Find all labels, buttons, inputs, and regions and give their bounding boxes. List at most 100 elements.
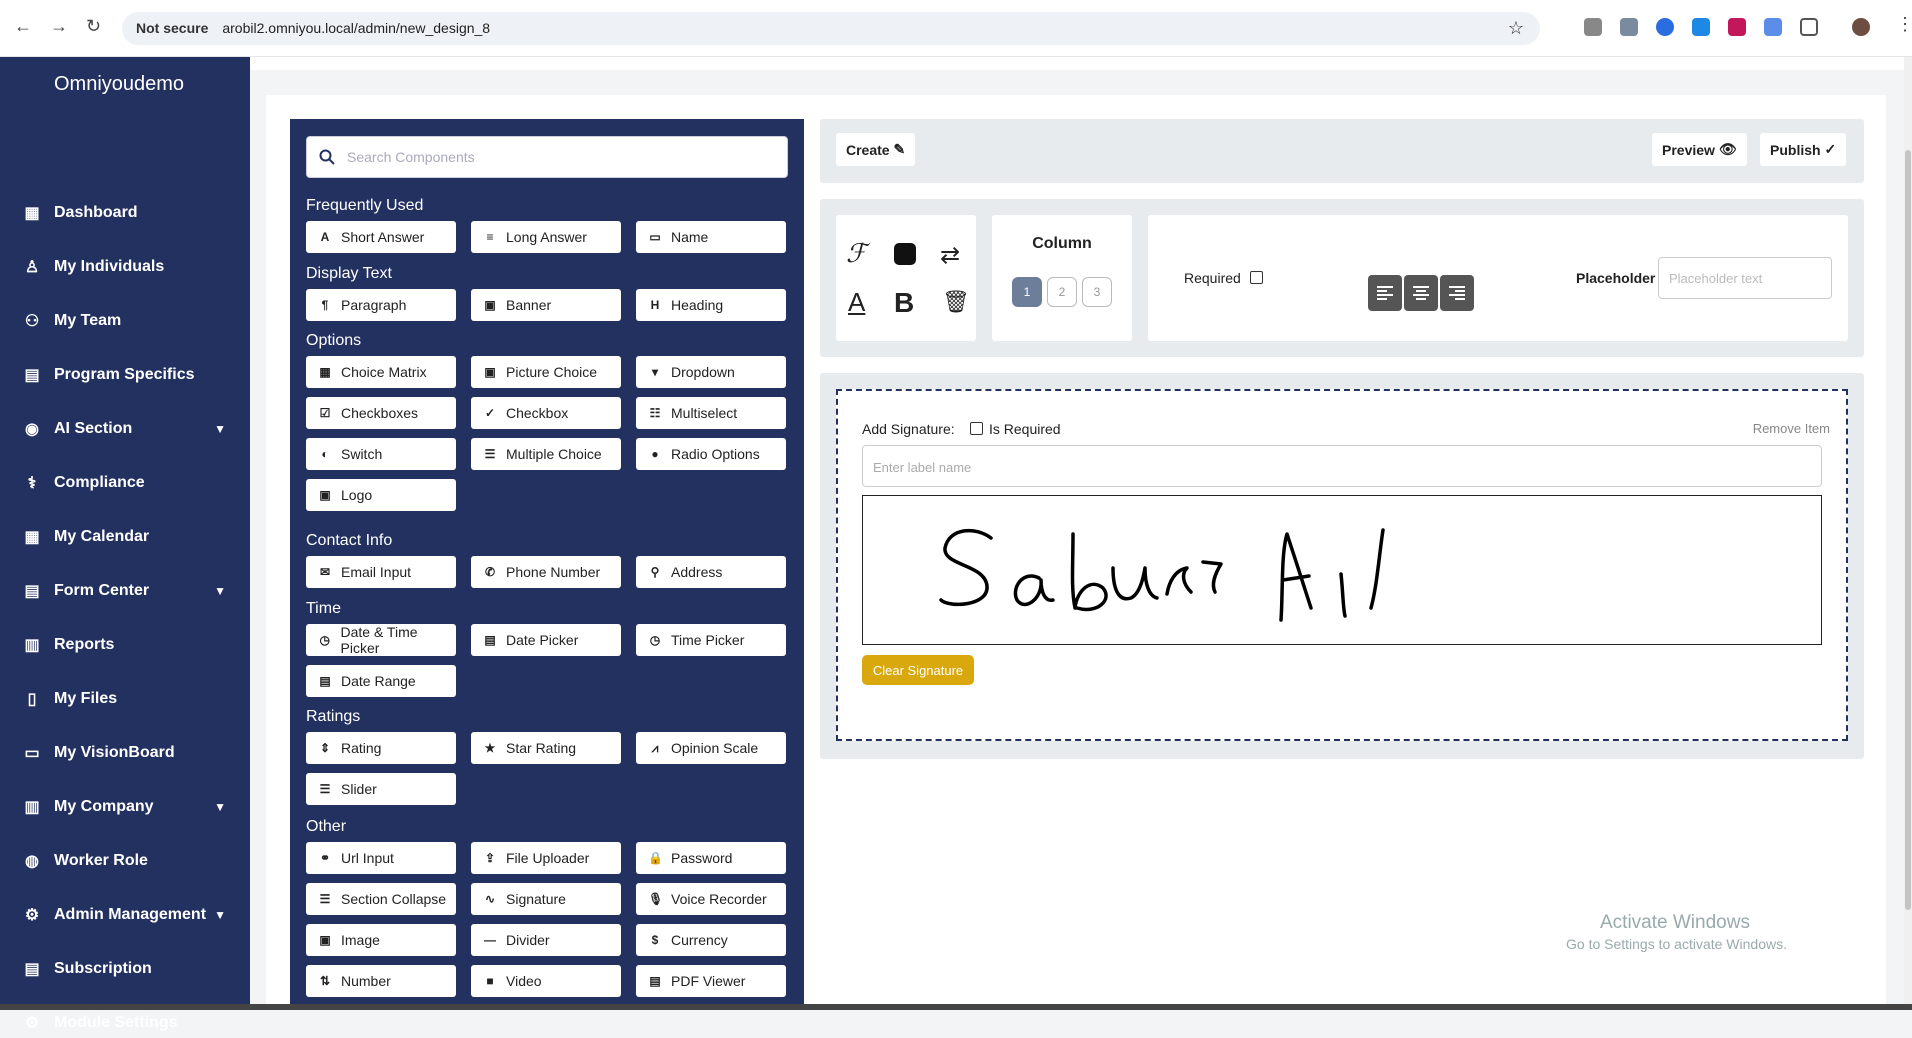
preview-button[interactable]: Preview 👁 bbox=[1652, 133, 1747, 166]
back-icon[interactable]: ← bbox=[14, 16, 32, 37]
sidebar-item-admin-management[interactable]: ⚙ Admin Management ▼ bbox=[22, 900, 232, 930]
sidebar-item-my-individuals[interactable]: ♙ My Individuals bbox=[22, 252, 232, 282]
component-number-button[interactable]: ⇅ Number bbox=[306, 965, 456, 997]
extension-icon[interactable] bbox=[1692, 18, 1710, 36]
sidebar-item-compliance[interactable]: ⚕ Compliance bbox=[22, 468, 232, 498]
signature-field-block[interactable]: Add Signature: Is Required Remove Item E… bbox=[836, 389, 1848, 741]
component-video-button[interactable]: ■ Video bbox=[471, 965, 621, 997]
component-rating-button[interactable]: ⇕ Rating bbox=[306, 732, 456, 764]
component-currency-button[interactable]: $ Currency bbox=[636, 924, 786, 956]
align-left-button[interactable] bbox=[1368, 275, 1402, 311]
translate-extension-icon[interactable] bbox=[1764, 18, 1782, 36]
sidebar-item-dashboard[interactable]: ▦ Dashboard bbox=[22, 198, 232, 228]
chevron-down-icon[interactable]: ▼ bbox=[214, 422, 226, 436]
component-email-input-button[interactable]: ✉ Email Input bbox=[306, 556, 456, 588]
create-button[interactable]: Create ✎ bbox=[836, 133, 916, 166]
label-name-input[interactable]: Enter label name bbox=[862, 445, 1822, 487]
column-1-button[interactable]: 1 bbox=[1012, 277, 1042, 307]
sidebar-item-reports[interactable]: ▥ Reports bbox=[22, 630, 232, 660]
component-picture-choice-button[interactable]: ▣ Picture Choice bbox=[471, 356, 621, 388]
component-dropdown-button[interactable]: ▾ Dropdown bbox=[636, 356, 786, 388]
component-paragraph-button[interactable]: ¶ Paragraph bbox=[306, 289, 456, 321]
component-address-button[interactable]: ⚲ Address bbox=[636, 556, 786, 588]
component-radio-options-button[interactable]: ● Radio Options bbox=[636, 438, 786, 470]
component-pdf-viewer-button[interactable]: ▤ PDF Viewer bbox=[636, 965, 786, 997]
required-checkbox[interactable] bbox=[1250, 271, 1263, 284]
component-slider-button[interactable]: ☰ Slider bbox=[306, 773, 456, 805]
background-color-icon[interactable] bbox=[894, 243, 916, 265]
sidebar-item-my-visionboard[interactable]: ▭ My VisionBoard bbox=[22, 738, 232, 768]
sidebar-item-my-files[interactable]: ▯ My Files bbox=[22, 684, 232, 714]
chevron-down-icon[interactable]: ▼ bbox=[214, 800, 226, 814]
clear-signature-button[interactable]: Clear Signature bbox=[862, 655, 974, 685]
sidebar-item-my-company[interactable]: ▥ My Company ▼ bbox=[22, 792, 232, 822]
component-logo-button[interactable]: ▣ Logo bbox=[306, 479, 456, 511]
bold-icon[interactable]: B bbox=[894, 287, 914, 319]
align-center-button[interactable] bbox=[1404, 275, 1438, 311]
component-banner-button[interactable]: ▣ Banner bbox=[471, 289, 621, 321]
url-text[interactable]: arobil2.omniyou.local/admin/new_design_8 bbox=[222, 20, 490, 36]
clear-format-icon[interactable]: 🗑 bbox=[942, 289, 970, 315]
sidebar-item-form-center[interactable]: ▤ Form Center ▼ bbox=[22, 576, 232, 606]
component-heading-button[interactable]: H Heading bbox=[636, 289, 786, 321]
component-choice-matrix-button[interactable]: ▦ Choice Matrix bbox=[306, 356, 456, 388]
component-section-collapse-button[interactable]: ☰ Section Collapse bbox=[306, 883, 456, 915]
component-date-time-picker-button[interactable]: ◷ Date & Time Picker bbox=[306, 624, 456, 656]
component-time-picker-button[interactable]: ◷ Time Picker bbox=[636, 624, 786, 656]
remove-item-link[interactable]: Remove Item bbox=[1753, 421, 1830, 436]
not-secure-badge[interactable]: Not secure bbox=[136, 20, 208, 36]
component-checkboxes-button[interactable]: ☑ Checkboxes bbox=[306, 397, 456, 429]
sidebar-item-my-team[interactable]: ⚇ My Team bbox=[22, 306, 232, 336]
component-star-rating-button[interactable]: ★ Star Rating bbox=[471, 732, 621, 764]
reload-icon[interactable]: ↻ bbox=[86, 16, 101, 37]
bookmark-star-icon[interactable]: ☆ bbox=[1508, 12, 1524, 45]
download-extension-icon[interactable] bbox=[1728, 18, 1746, 36]
component-opinion-scale-button[interactable]: ⩘ Opinion Scale bbox=[636, 732, 786, 764]
browser-menu-icon[interactable]: ⋮ bbox=[1896, 14, 1912, 35]
component-url-input-button[interactable]: ⚭ Url Input bbox=[306, 842, 456, 874]
chevron-down-icon[interactable]: ▼ bbox=[214, 908, 226, 922]
component-date-range-button[interactable]: ▤ Date Range bbox=[306, 665, 456, 697]
sidebar-item-program-specifics[interactable]: ▤ Program Specifics bbox=[22, 360, 232, 390]
publish-button[interactable]: Publish ✓ bbox=[1760, 133, 1847, 166]
sidebar-item-my-calendar[interactable]: ▦ My Calendar bbox=[22, 522, 232, 552]
sidebar-item-module-settings[interactable]: ⚙ Module Settings bbox=[22, 1008, 232, 1038]
extension-icon[interactable] bbox=[1620, 18, 1638, 36]
component-signature-button[interactable]: ∿ Signature bbox=[471, 883, 621, 915]
swap-icon[interactable]: ⇄ bbox=[940, 241, 960, 270]
column-3-button[interactable]: 3 bbox=[1082, 277, 1112, 307]
extension-icon[interactable] bbox=[1656, 18, 1674, 36]
component-voice-recorder-button[interactable]: 🎙 Voice Recorder bbox=[636, 883, 786, 915]
component-multiselect-button[interactable]: ☷ Multiselect bbox=[636, 397, 786, 429]
component-switch-button[interactable]: ◐ Switch bbox=[306, 438, 456, 470]
signature-pad[interactable] bbox=[862, 495, 1822, 645]
align-right-button[interactable] bbox=[1440, 275, 1474, 311]
forward-icon[interactable]: → bbox=[50, 16, 68, 37]
placeholder-input[interactable]: Placeholder text bbox=[1658, 257, 1832, 299]
scrollbar-thumb[interactable] bbox=[1905, 150, 1911, 910]
profile-avatar[interactable] bbox=[1852, 18, 1870, 36]
component-image-button[interactable]: ▣ Image bbox=[306, 924, 456, 956]
sidebar-item-ai-section[interactable]: ◉ AI Section ▼ bbox=[22, 414, 232, 444]
font-icon[interactable]: ℱ bbox=[846, 239, 866, 269]
is-required-checkbox[interactable] bbox=[970, 422, 983, 435]
search-components-input[interactable]: Search Components bbox=[306, 136, 788, 178]
text-color-icon[interactable]: A bbox=[848, 287, 865, 318]
component-file-uploader-button[interactable]: ⇪ File Uploader bbox=[471, 842, 621, 874]
component-phone-number-button[interactable]: ✆ Phone Number bbox=[471, 556, 621, 588]
component-password-button[interactable]: 🔒 Password bbox=[636, 842, 786, 874]
component-divider-button[interactable]: — Divider bbox=[471, 924, 621, 956]
address-bar[interactable]: Not secure arobil2.omniyou.local/admin/ne… bbox=[122, 12, 1540, 45]
component-checkbox-button[interactable]: ✓ Checkbox bbox=[471, 397, 621, 429]
column-2-button[interactable]: 2 bbox=[1047, 277, 1077, 307]
component-short-answer-button[interactable]: A Short Answer bbox=[306, 221, 456, 253]
logo[interactable]: Omniyoudemo bbox=[54, 73, 184, 96]
component-multiple-choice-button[interactable]: ☰ Multiple Choice bbox=[471, 438, 621, 470]
camera-extension-icon[interactable] bbox=[1584, 18, 1602, 36]
sidebar-item-worker-role[interactable]: ◍ Worker Role bbox=[22, 846, 232, 876]
component-name-button[interactable]: ▭ Name bbox=[636, 221, 786, 253]
extensions-puzzle-icon[interactable] bbox=[1800, 18, 1818, 36]
chevron-down-icon[interactable]: ▼ bbox=[214, 584, 226, 598]
sidebar-item-subscription[interactable]: ▤ Subscription bbox=[22, 954, 232, 984]
component-long-answer-button[interactable]: ≡ Long Answer bbox=[471, 221, 621, 253]
